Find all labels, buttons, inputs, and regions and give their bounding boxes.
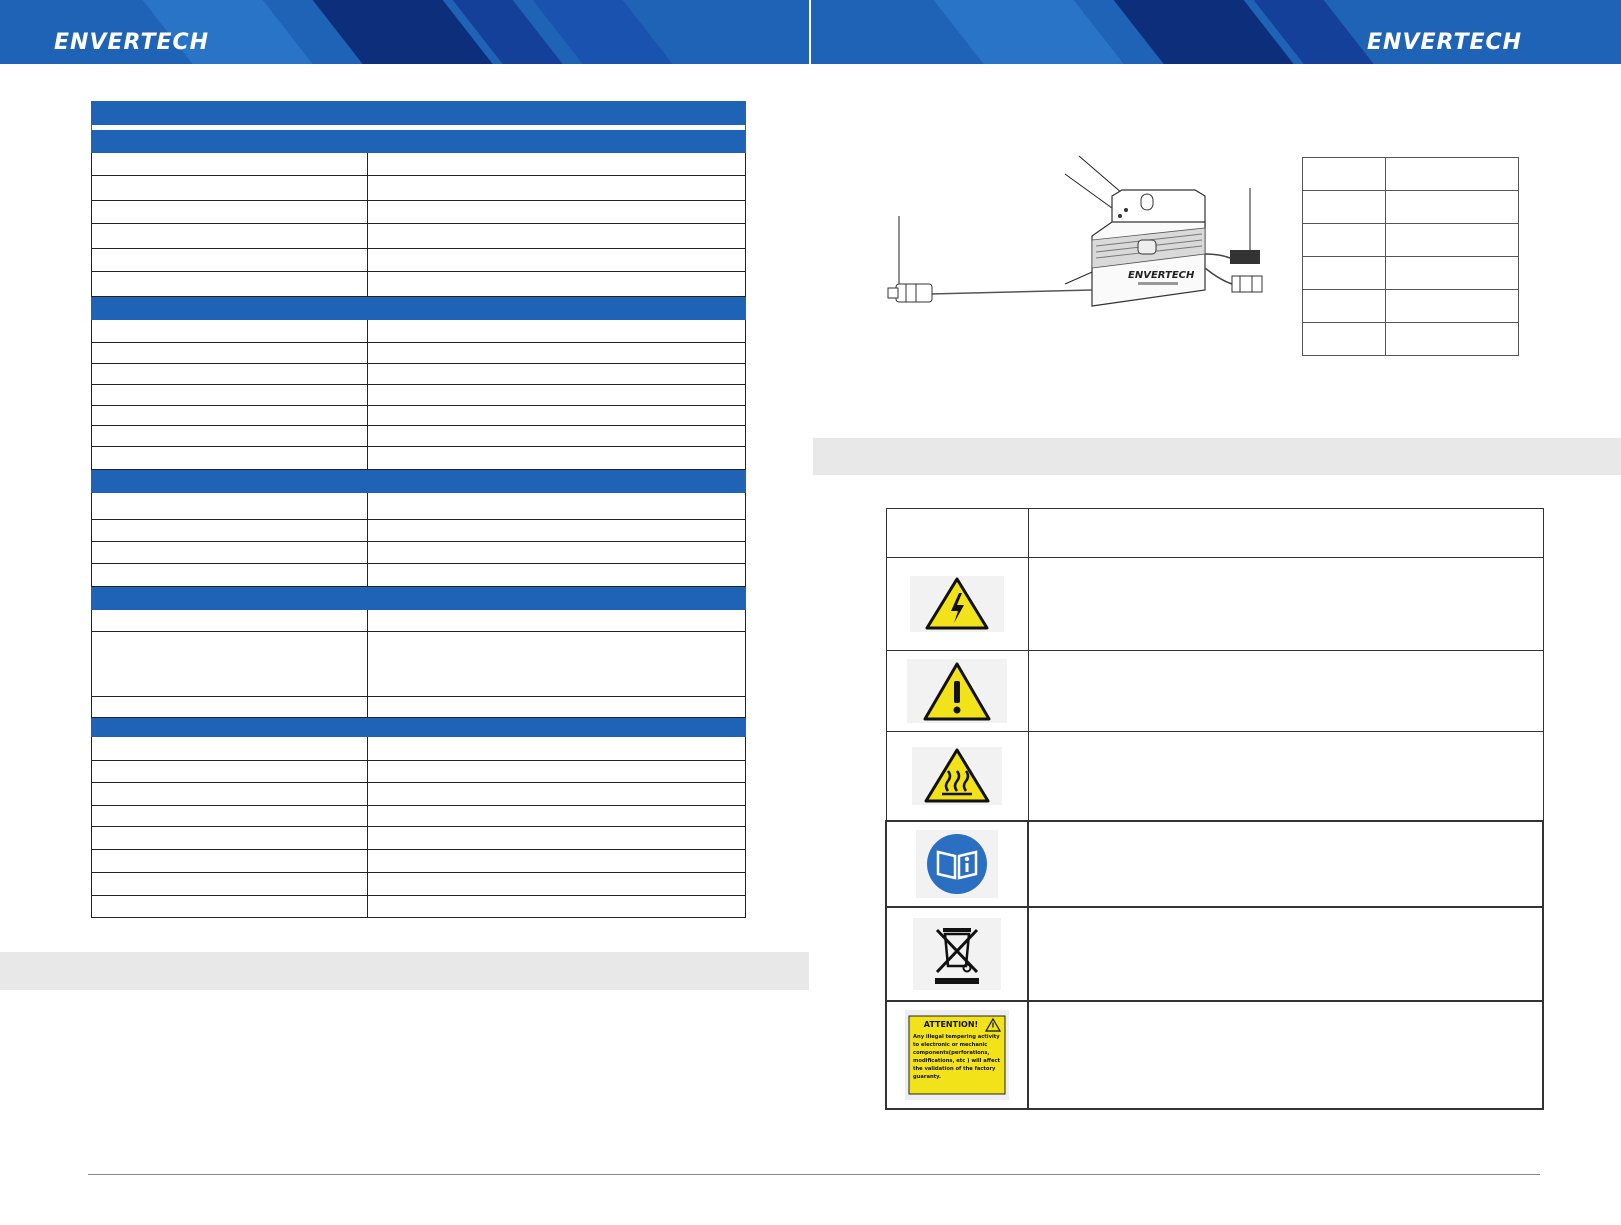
status-led bbox=[1137, 239, 1157, 255]
table-row bbox=[1302, 289, 1519, 323]
read-manual-icon bbox=[916, 830, 998, 898]
section-band bbox=[91, 130, 746, 153]
svg-text:ATTENTION!: ATTENTION! bbox=[924, 1020, 978, 1029]
table-row bbox=[91, 519, 746, 542]
symbols-table: ATTENTION! Any illegal tempering activit… bbox=[885, 508, 1544, 1110]
svg-text:modifications, etc ) will affe: modifications, etc ) will affect bbox=[913, 1058, 1001, 1064]
table-row bbox=[91, 319, 746, 343]
table-row bbox=[1302, 256, 1519, 290]
ac-cable bbox=[929, 289, 1093, 295]
table-row bbox=[1302, 322, 1519, 356]
table-title-band bbox=[91, 101, 746, 125]
table-row bbox=[885, 557, 1544, 651]
dc-connector bbox=[1231, 275, 1263, 293]
table-row bbox=[91, 405, 746, 426]
mounting-slot bbox=[1140, 193, 1154, 211]
table-row bbox=[91, 609, 746, 632]
table-row bbox=[1302, 157, 1519, 191]
table-row bbox=[91, 363, 746, 385]
dc-cable bbox=[1204, 253, 1231, 259]
table-row bbox=[91, 872, 746, 896]
section-band bbox=[91, 717, 746, 737]
weee-crossed-bin-icon bbox=[913, 918, 1001, 990]
table-row bbox=[91, 271, 746, 297]
dc-connector bbox=[1230, 250, 1260, 264]
section-band bbox=[91, 296, 746, 320]
table-row bbox=[91, 849, 746, 873]
hot-surface-warning-icon bbox=[912, 747, 1002, 805]
inverter-brand-label: ENVERTECH bbox=[1128, 270, 1195, 281]
section-band bbox=[91, 469, 746, 493]
svg-text:guaranty.: guaranty. bbox=[913, 1074, 941, 1080]
header-right: ENVERTECH bbox=[811, 0, 1621, 64]
table-row bbox=[91, 342, 746, 364]
ac-connector bbox=[895, 283, 933, 303]
table-row bbox=[91, 631, 746, 697]
envertech-logo: ENVERTECH bbox=[54, 30, 210, 55]
table-row bbox=[91, 541, 746, 564]
table-row: ATTENTION! Any illegal tempering activit… bbox=[885, 1000, 1544, 1110]
table-row bbox=[91, 425, 746, 447]
table-row bbox=[1302, 190, 1519, 224]
table-row bbox=[91, 826, 746, 850]
envertech-logo: ENVERTECH bbox=[1367, 30, 1523, 55]
electric-shock-warning-icon bbox=[910, 576, 1004, 632]
svg-text:the validation of the factory: the validation of the factory bbox=[913, 1066, 996, 1072]
table-row bbox=[91, 895, 746, 918]
general-warning-icon bbox=[907, 659, 1007, 723]
svg-text:Any illegal tempering activity: Any illegal tempering activity bbox=[913, 1034, 1000, 1040]
table-row bbox=[91, 696, 746, 718]
section-heading-bar bbox=[813, 438, 1621, 475]
svg-text:components(perforations,: components(perforations, bbox=[913, 1050, 989, 1056]
table-row bbox=[885, 731, 1544, 822]
table-row bbox=[91, 200, 746, 224]
table-row bbox=[91, 760, 746, 783]
table-row bbox=[91, 175, 746, 201]
table-row bbox=[885, 650, 1544, 732]
table-row bbox=[91, 805, 746, 827]
section-heading-bar bbox=[0, 952, 809, 990]
table-row bbox=[91, 563, 746, 587]
specifications-table bbox=[91, 101, 746, 918]
table-row bbox=[91, 736, 746, 761]
table-row bbox=[91, 782, 746, 806]
table-row bbox=[885, 820, 1544, 908]
dc-cable bbox=[1204, 267, 1233, 285]
attention-tampering-label-icon: ATTENTION! Any illegal tempering activit… bbox=[905, 1010, 1009, 1100]
table-row bbox=[91, 248, 746, 272]
table-row bbox=[91, 223, 746, 249]
table-row bbox=[91, 384, 746, 406]
table-row bbox=[91, 492, 746, 520]
table-row bbox=[1302, 223, 1519, 257]
table-row bbox=[885, 906, 1544, 1002]
svg-text:to electronic or mechanic: to electronic or mechanic bbox=[913, 1042, 987, 1048]
footer-divider bbox=[88, 1174, 1540, 1175]
diagram-legend-table bbox=[1302, 157, 1519, 356]
microinverter-diagram: ENVERTECH bbox=[887, 155, 1263, 307]
header-left: ENVERTECH bbox=[0, 0, 809, 64]
table-row bbox=[91, 446, 746, 470]
table-header-row bbox=[885, 508, 1544, 558]
section-band bbox=[91, 586, 746, 610]
table-row bbox=[91, 152, 746, 176]
